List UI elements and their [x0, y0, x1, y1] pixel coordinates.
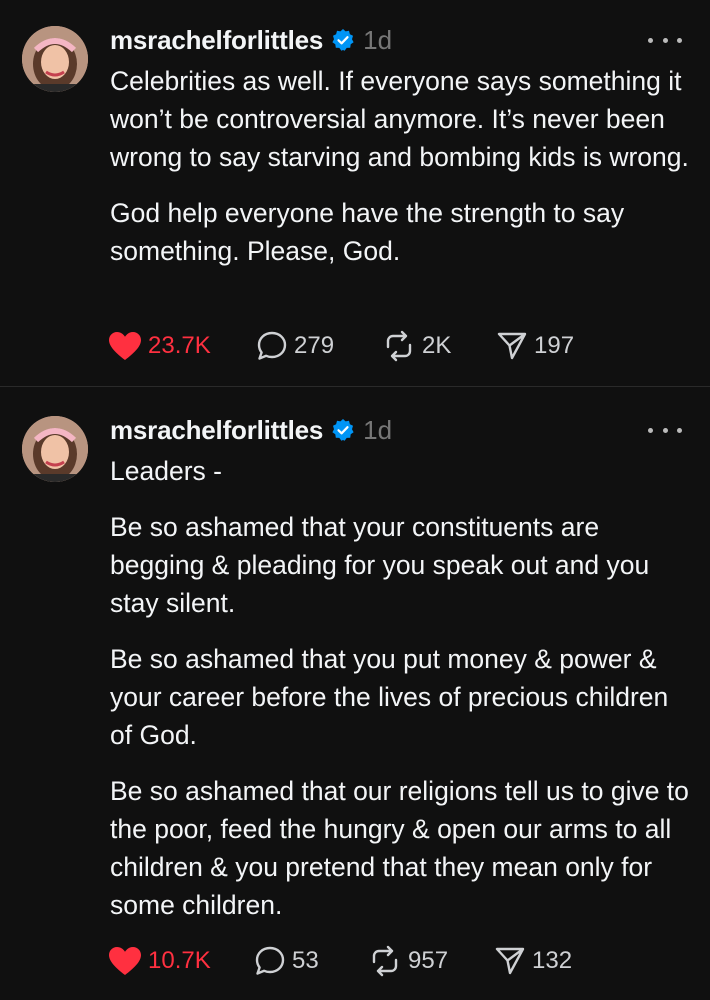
comment-button[interactable]: 53	[254, 945, 368, 977]
heart-icon	[109, 947, 141, 975]
post-body: Leaders - Be so ashamed that your consti…	[110, 452, 695, 942]
post-header: msrachelforlittles 1d	[110, 412, 392, 448]
post-paragraph: Be so ashamed that our religions tell us…	[110, 776, 689, 920]
post-paragraph: Leaders -	[110, 456, 222, 486]
repost-icon	[372, 945, 398, 977]
comment-bubble-icon	[255, 946, 285, 975]
username[interactable]: msrachelforlittles	[110, 415, 323, 446]
comment-count: 53	[292, 947, 319, 974]
repost-count: 957	[408, 947, 449, 974]
more-dots-icon[interactable]	[648, 420, 682, 440]
repost-button[interactable]: 957	[368, 945, 494, 977]
thread-post: msrachelforlittles 1d Leaders - Be so as…	[0, 0, 710, 1000]
avatar[interactable]	[22, 416, 88, 482]
post-paragraph: Be so ashamed that you put money & power…	[110, 644, 669, 750]
post-time: 1d	[363, 414, 393, 445]
share-count: 132	[532, 947, 573, 974]
like-count: 10.7K	[148, 947, 211, 974]
post-paragraph: Be so ashamed that your constituents are…	[110, 512, 650, 618]
like-button[interactable]: 10.7K	[108, 946, 254, 976]
share-button[interactable]: 132	[494, 945, 594, 977]
share-paper-plane-icon	[495, 947, 525, 975]
post-actions: 10.7K 53 957 132	[108, 943, 594, 979]
verified-badge-icon	[331, 418, 355, 442]
